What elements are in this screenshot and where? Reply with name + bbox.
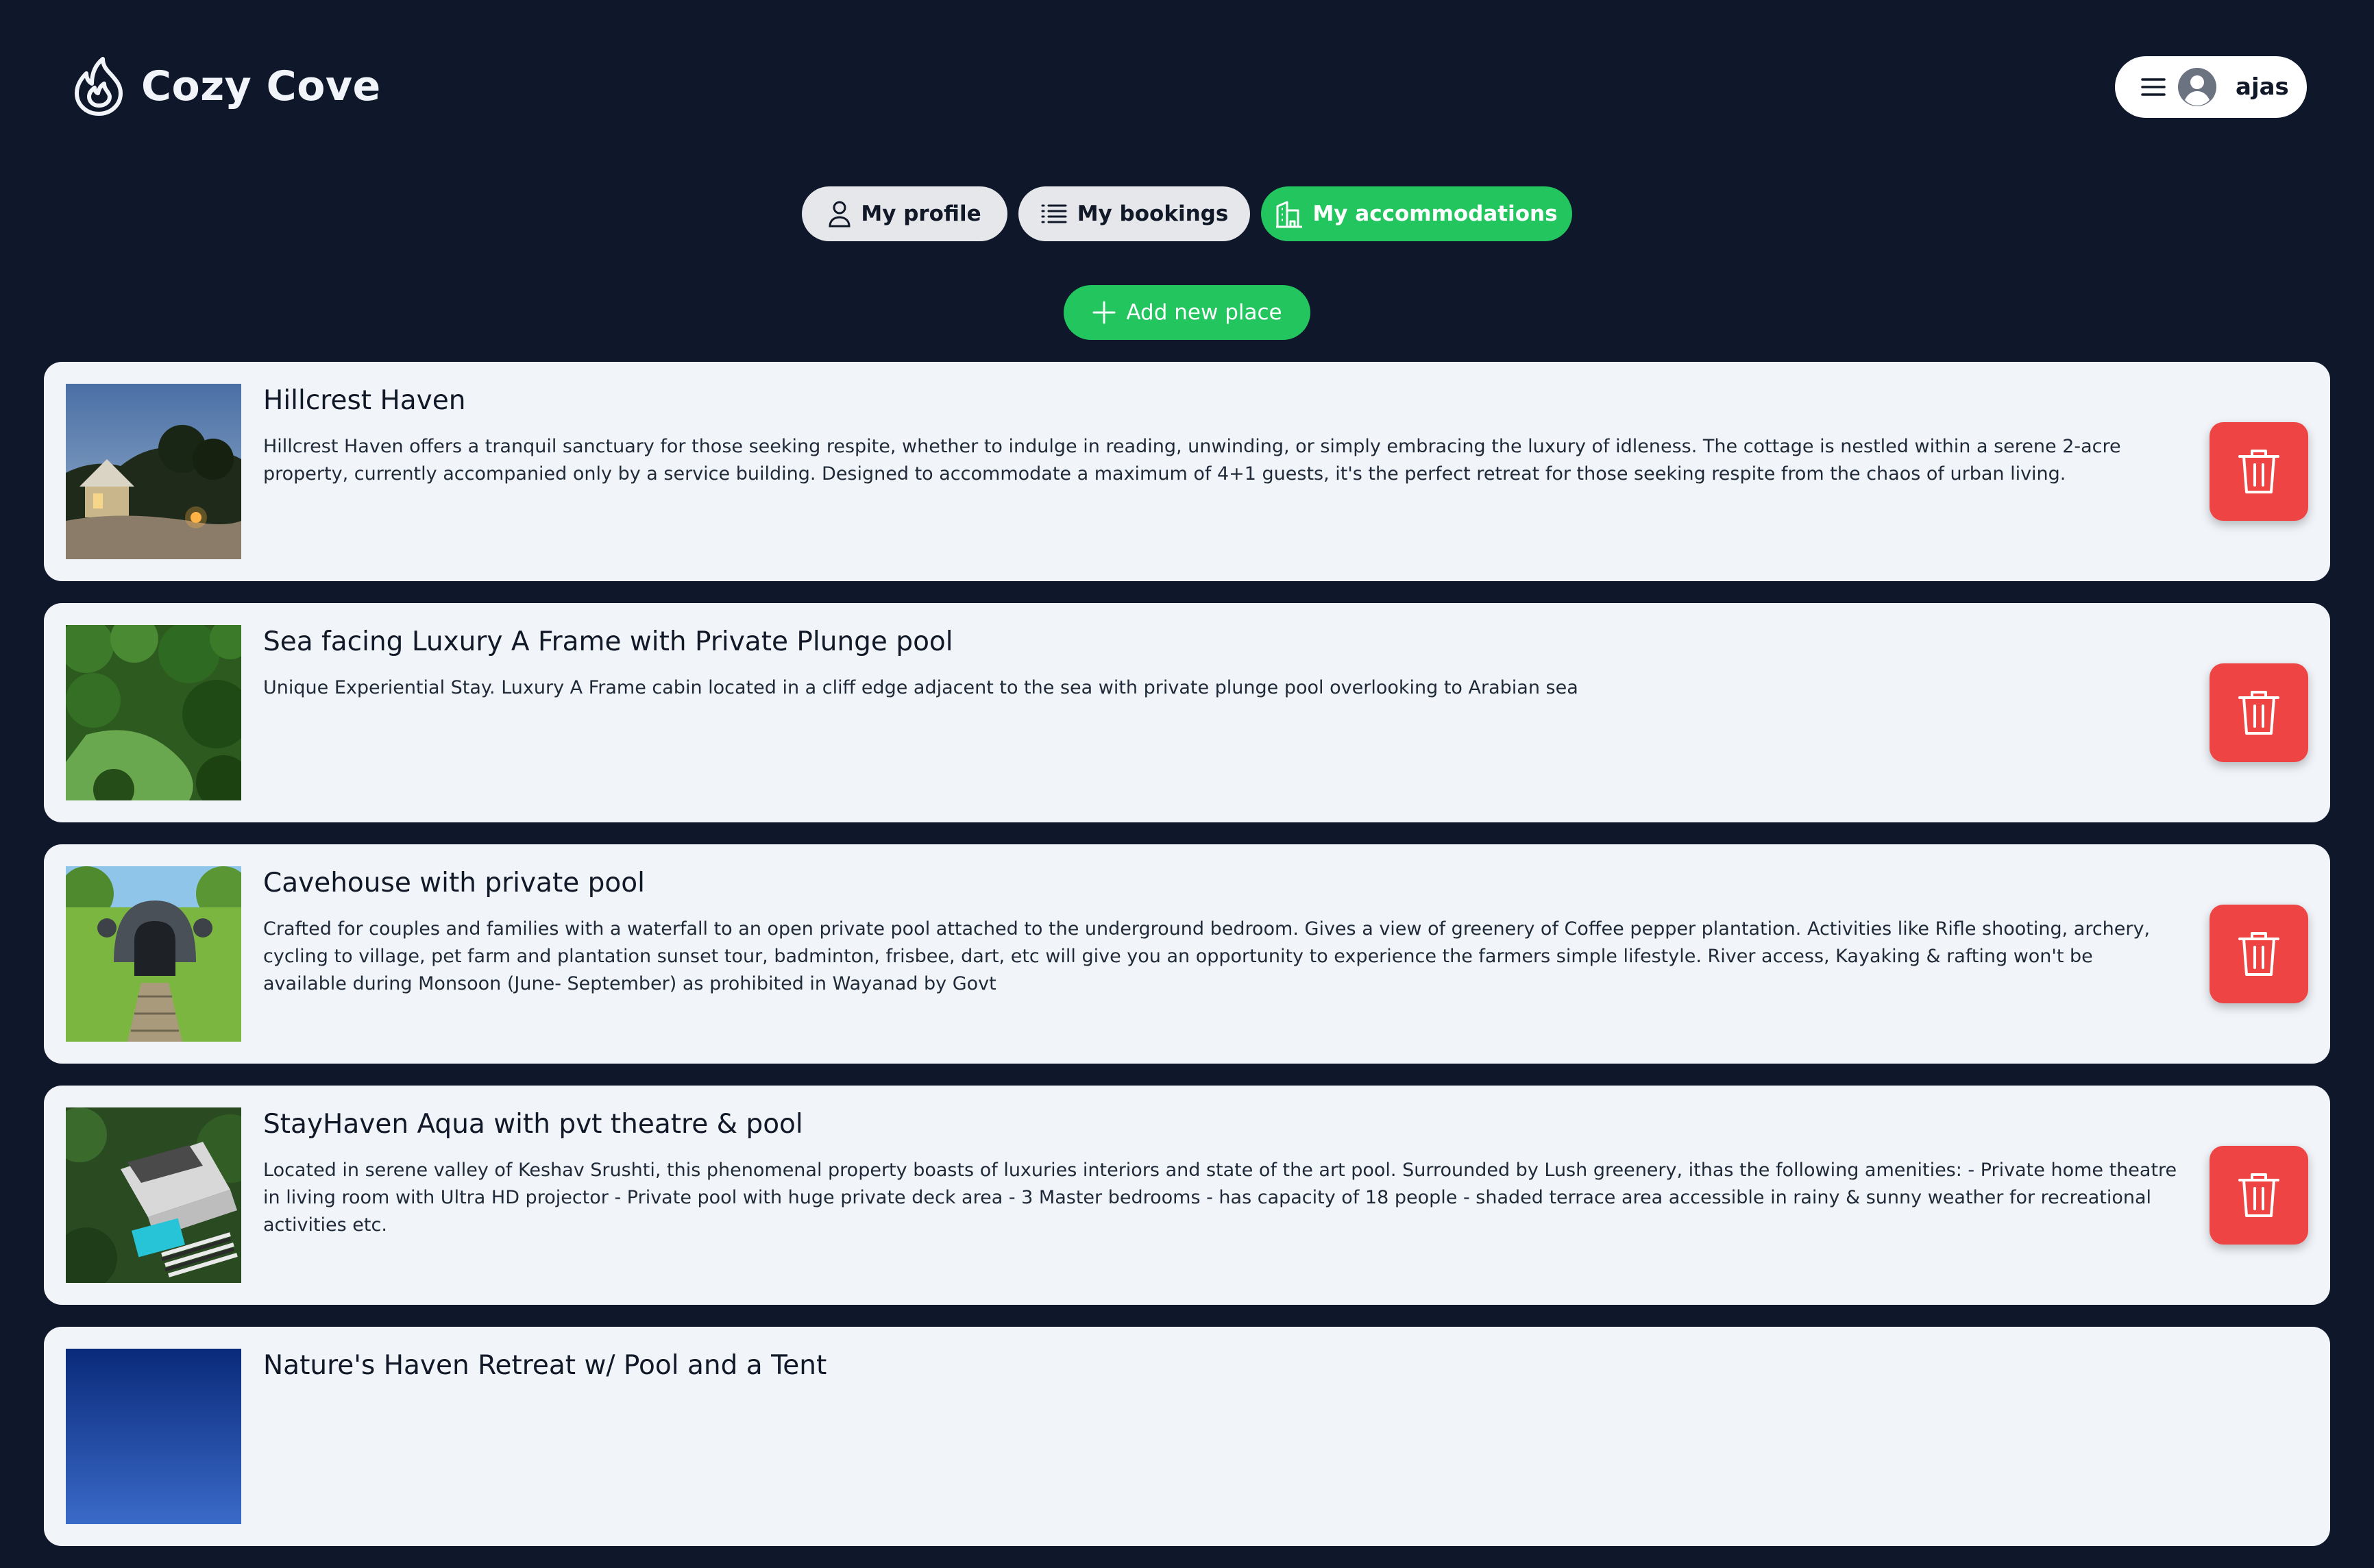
flame-icon — [71, 56, 126, 117]
logo[interactable]: Cozy Cove — [71, 56, 381, 117]
delete-place-button[interactable] — [2210, 422, 2308, 521]
trash-icon — [2237, 688, 2281, 737]
app-name: Cozy Cove — [141, 62, 381, 110]
place-title[interactable]: Nature's Haven Retreat w/ Pool and a Ten… — [263, 1350, 827, 1381]
user-icon — [828, 200, 851, 228]
tab-label: My profile — [861, 201, 981, 226]
delete-place-button[interactable] — [2210, 905, 2308, 1003]
place-description: Located in serene valley of Keshav Srush… — [263, 1160, 2177, 1236]
trash-icon — [2237, 1171, 2281, 1220]
tab-my-accommodations[interactable]: My accommodations — [1261, 186, 1572, 241]
trash-icon — [2237, 447, 2281, 496]
place-title[interactable]: Cavehouse with private pool — [263, 868, 645, 898]
plus-icon — [1092, 300, 1116, 325]
place-card[interactable]: Hillcrest Haven Hillcrest Haven offers a… — [44, 362, 2330, 581]
building-icon — [1275, 199, 1303, 228]
header: Cozy Cove ajas — [0, 0, 2374, 178]
place-photo — [66, 384, 241, 559]
accommodations-list: Hillcrest Haven Hillcrest Haven offers a… — [44, 362, 2330, 1568]
place-description: Hillcrest Haven offers a tranquil sanctu… — [263, 436, 2121, 485]
place-photo — [66, 625, 241, 800]
place-card[interactable]: Sea facing Luxury A Frame with Private P… — [44, 603, 2330, 822]
place-description: Unique Experiential Stay. Luxury A Frame… — [263, 677, 1578, 698]
place-card[interactable]: Nature's Haven Retreat w/ Pool and a Ten… — [44, 1327, 2330, 1546]
place-card[interactable]: Cavehouse with private pool Crafted for … — [44, 844, 2330, 1064]
account-tabs: My profile My bookings My accommodations — [0, 186, 2374, 241]
place-photo — [66, 1349, 241, 1524]
delete-place-button[interactable] — [2210, 1146, 2308, 1245]
place-card[interactable]: StayHaven Aqua with pvt theatre & pool L… — [44, 1086, 2330, 1305]
delete-place-button[interactable] — [2210, 663, 2308, 762]
place-photo — [66, 866, 241, 1042]
hamburger-icon — [2140, 76, 2167, 98]
place-description: Crafted for couples and families with a … — [263, 918, 2151, 994]
list-icon — [1040, 203, 1068, 225]
user-circle-icon — [2178, 68, 2216, 106]
tab-label: My bookings — [1077, 201, 1229, 226]
add-new-place-label: Add new place — [1126, 300, 1282, 325]
username: ajas — [2236, 73, 2289, 101]
tab-my-profile[interactable]: My profile — [802, 186, 1007, 241]
tab-my-bookings[interactable]: My bookings — [1018, 186, 1250, 241]
add-new-place-button[interactable]: Add new place — [1064, 285, 1310, 340]
place-title[interactable]: StayHaven Aqua with pvt theatre & pool — [263, 1109, 803, 1140]
trash-icon — [2237, 929, 2281, 979]
user-menu-button[interactable]: ajas — [2115, 56, 2307, 118]
place-photo — [66, 1107, 241, 1283]
tab-label: My accommodations — [1312, 201, 1558, 226]
place-title[interactable]: Hillcrest Haven — [263, 385, 465, 416]
place-title[interactable]: Sea facing Luxury A Frame with Private P… — [263, 626, 953, 657]
